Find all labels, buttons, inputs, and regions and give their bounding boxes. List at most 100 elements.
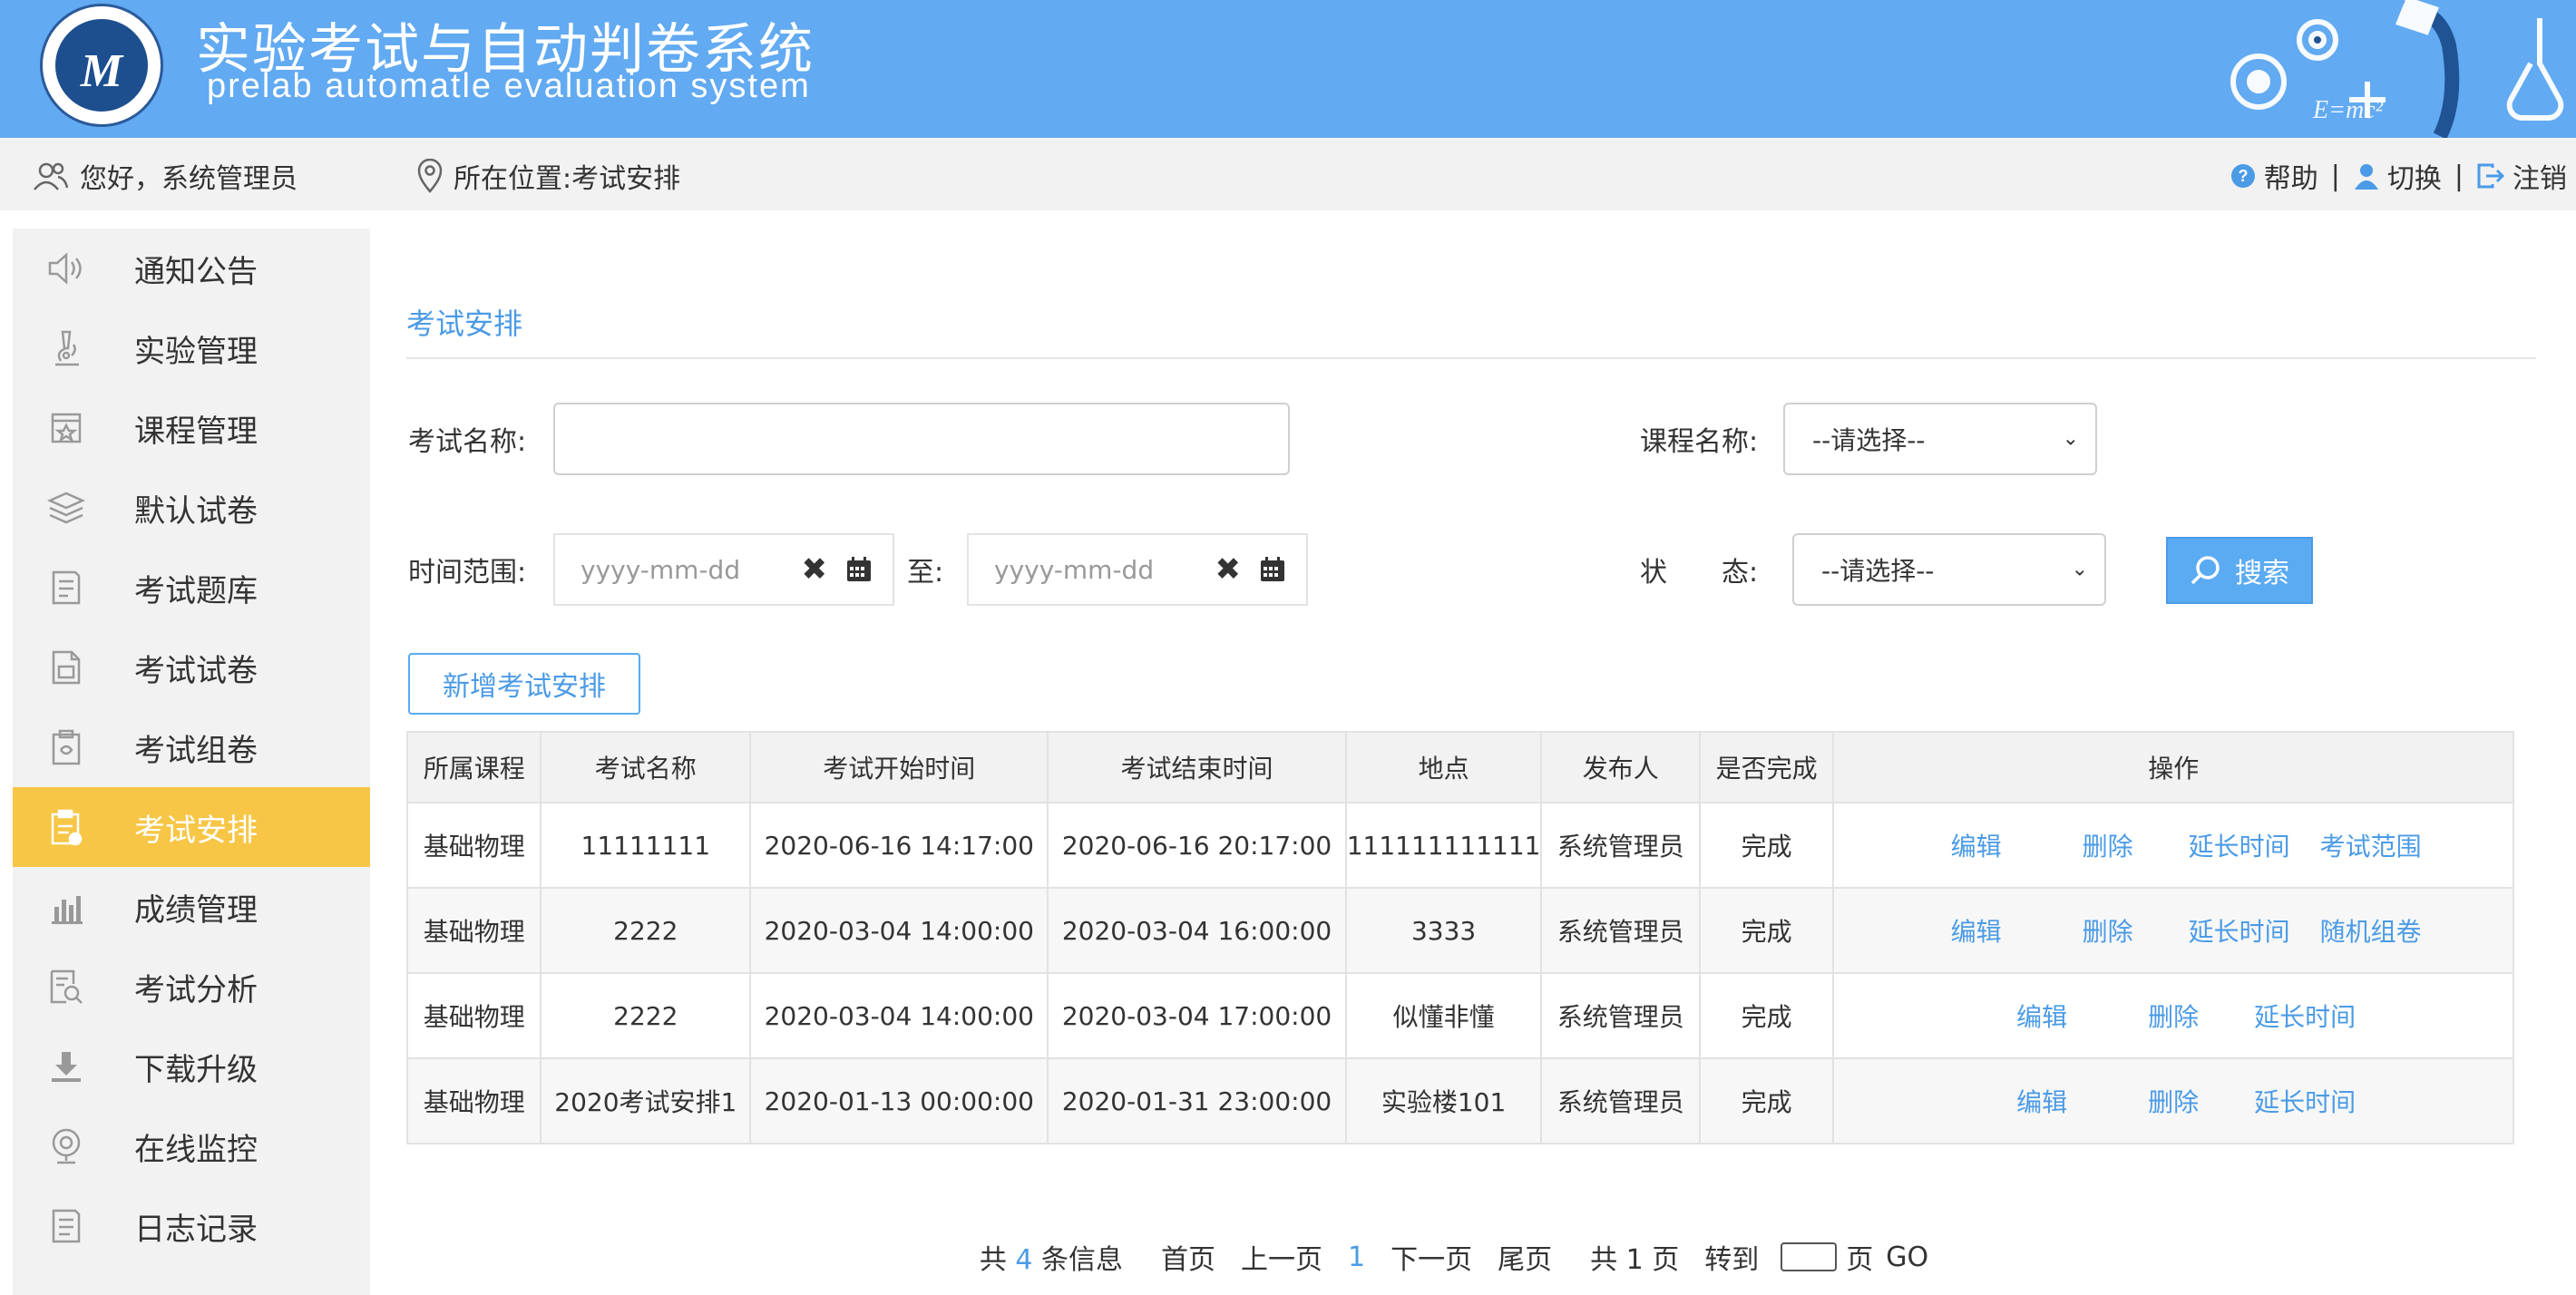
sidebar-item-label: 考试分析 [134,971,258,1008]
app-title-en: prelab automatle evaluation system [207,67,811,105]
title-divider [406,357,2536,359]
delete-link[interactable]: 删除 [2042,912,2173,949]
sidebar-item-analysis[interactable]: 考试分析 [13,947,370,1027]
cell-exam-name: 2222 [540,972,752,1059]
cell-place: 实验楼101 [1344,1057,1543,1144]
search-button[interactable]: 搜索 [2166,537,2313,604]
edit-link[interactable]: 编辑 [1976,1083,2108,1119]
cell-exam-name: 2020考试安排1 [540,1057,752,1144]
sidebar-item-exam-schedule[interactable]: 考试安排 [13,787,370,867]
clear-icon[interactable]: ✖ [1215,551,1242,588]
cell-publisher: 系统管理员 [1540,972,1701,1059]
sidebar-item-download[interactable]: 下载升级 [13,1027,370,1106]
exam-scope-link[interactable]: 考试范围 [2305,827,2436,863]
cell-end-time: 2020-06-16 20:17:00 [1047,802,1347,889]
sidebar-item-experiment[interactable]: 实验管理 [13,308,370,388]
sidebar-item-default-paper[interactable]: 默认试卷 [13,468,370,548]
extend-time-link[interactable]: 延长时间 [2239,998,2371,1034]
extend-time-link[interactable]: 延长时间 [2239,1083,2371,1119]
cell-exam-name: 2222 [540,887,752,974]
course-select[interactable]: --请选择-- ⌄ [1783,403,2097,475]
sidebar-item-course[interactable]: 课程管理 [13,388,370,468]
calendar-icon[interactable] [1259,556,1286,583]
add-exam-schedule-button[interactable]: 新增考试安排 [408,653,640,715]
switch-user-link[interactable]: 切换 [2353,156,2442,196]
sidebar-item-notice[interactable]: 通知公告 [13,229,370,308]
logo-mark: M [80,45,123,97]
logout-link[interactable]: 注销 [2476,156,2567,196]
user-icon [34,162,69,190]
cell-status: 完成 [1698,972,1835,1059]
sidebar-item-monitor[interactable]: 在线监控 [13,1106,370,1186]
delete-link[interactable]: 删除 [2108,998,2239,1034]
cell-start-time: 2020-01-13 00:00:00 [749,1057,1049,1144]
sidebar-item-question-bank[interactable]: 考试题库 [13,548,370,628]
sidebar-item-log[interactable]: 日志记录 [13,1186,370,1266]
sidebar-item-compose-paper[interactable]: 考试组卷 [13,707,370,787]
delete-link[interactable]: 删除 [2108,1083,2239,1119]
location-text: 所在位置:考试安排 [454,163,681,195]
help-link[interactable]: ? 帮助 [2230,156,2318,196]
cell-publisher: 系统管理员 [1540,1057,1701,1144]
go-button[interactable]: GO [1886,1241,1928,1273]
date-from-placeholder: yyyy-mm-dd [581,554,741,585]
cell-place: 3333 [1344,887,1543,974]
next-page-link[interactable]: 下一页 [1390,1237,1472,1277]
sidebar-item-score[interactable]: 成绩管理 [13,867,370,947]
column-header: 考试结束时间 [1047,731,1347,803]
cell-status: 完成 [1698,1057,1835,1144]
cell-start-time: 2020-03-04 14:00:00 [749,972,1049,1059]
total-prefix: 共 [979,1244,1007,1276]
sidebar-item-label: 实验管理 [134,333,258,370]
goto-page-input[interactable] [1781,1242,1838,1271]
stack-icon [44,485,89,531]
last-page-link[interactable]: 尾页 [1498,1237,1552,1277]
prev-page-link[interactable]: 上一页 [1241,1237,1322,1277]
extend-time-link[interactable]: 延长时间 [2173,912,2305,949]
person-icon [2354,164,2378,190]
status-select[interactable]: --请选择-- ⌄ [1792,533,2106,606]
column-header: 考试开始时间 [749,731,1049,803]
total-count: 4 [1015,1244,1033,1276]
search-button-label: 搜索 [2235,558,2289,589]
exam-name-input[interactable] [553,403,1290,475]
schedule-icon [44,804,89,850]
greeting-text: 您好，系统管理员 [80,163,298,195]
separator: | [2454,160,2464,192]
sidebar-menu: 通知公告 实验管理 课程管理 默认试卷 考试题库 考试试卷 考试组卷 考试安排 … [13,229,370,1295]
extend-time-link[interactable]: 延长时间 [2173,827,2305,863]
edit-link[interactable]: 编辑 [1910,912,2042,949]
status-select-value: --请选择-- [1821,556,1935,586]
app-header: M 实验考试与自动判卷系统 prelab automatle evaluatio… [0,0,2576,138]
cell-place: 似懂非懂 [1344,972,1543,1059]
bar-chart-icon [44,884,89,930]
table-row: 基础物理 2020考试安排1 2020-01-13 00:00:00 2020-… [405,1057,2514,1144]
svg-text:E=mc²: E=mc² [2312,96,2384,124]
cell-course: 基础物理 [405,1057,542,1144]
first-page-link[interactable]: 首页 [1161,1237,1215,1277]
goto-label: 转到 [1704,1244,1760,1276]
calendar-icon[interactable] [845,556,873,583]
delete-link[interactable]: 删除 [2042,827,2173,863]
cell-course: 基础物理 [405,887,542,974]
cell-place: 111111111111 [1344,802,1543,889]
sidebar-item-exam-paper[interactable]: 考试试卷 [13,628,370,707]
random-paper-link[interactable]: 随机组卷 [2305,912,2436,949]
sidebar-item-label: 默认试卷 [134,492,258,530]
edit-link[interactable]: 编辑 [1976,998,2108,1034]
date-from-input[interactable]: yyyy-mm-dd ✖ [553,533,894,606]
page-count: 共 1 页 [1590,1244,1680,1276]
chevron-down-icon: ⌄ [2062,427,2079,451]
clear-icon[interactable]: ✖ [802,551,828,588]
table-row: 基础物理 2222 2020-03-04 14:00:00 2020-03-04… [405,887,2514,974]
paper-icon [44,645,89,690]
total-info: 共 4 条信息 [980,1237,1123,1277]
current-page[interactable]: 1 [1348,1241,1365,1273]
cell-end-time: 2020-03-04 17:00:00 [1047,972,1347,1059]
cell-end-time: 2020-01-31 23:00:00 [1047,1057,1347,1144]
edit-link[interactable]: 编辑 [1910,827,2042,863]
cell-publisher: 系统管理员 [1540,887,1701,974]
chevron-down-icon: ⌄ [2071,558,2088,581]
date-to-input[interactable]: yyyy-mm-dd ✖ [967,533,1308,606]
help-icon: ? [2230,164,2255,188]
